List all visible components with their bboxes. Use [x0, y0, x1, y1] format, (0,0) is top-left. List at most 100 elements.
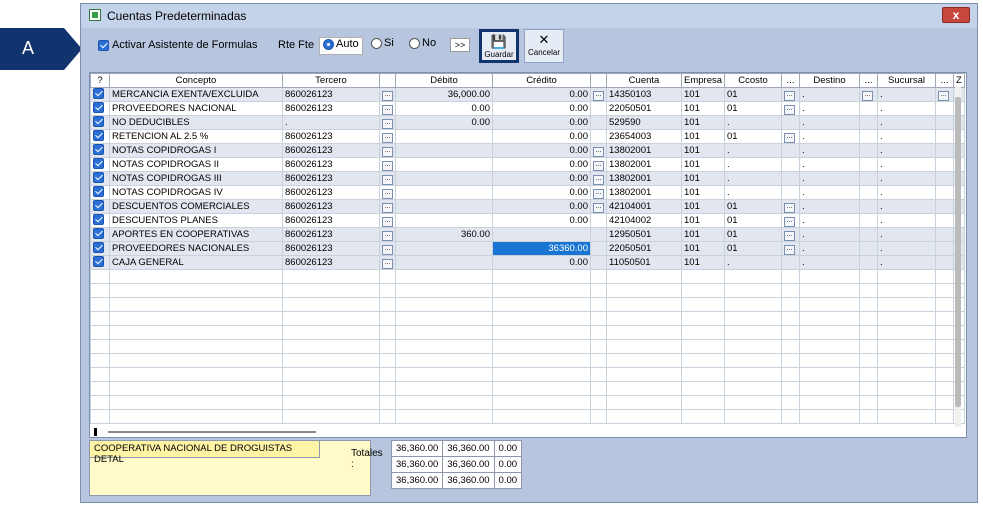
checkbox-checked-icon[interactable] [93, 186, 104, 198]
ellipsis-button-icon[interactable]: ... [784, 231, 796, 241]
ellipsis-button-icon[interactable]: ... [862, 91, 874, 101]
column-header[interactable]: Ccosto [724, 73, 783, 88]
row-checkbox-cell[interactable] [90, 185, 110, 200]
ellipsis-button-icon[interactable]: ... [784, 203, 796, 213]
cuenta-cell[interactable]: 11050501 [606, 255, 682, 270]
empty-cell[interactable] [109, 325, 283, 340]
empresa-cell[interactable]: 101 [680, 129, 726, 144]
empty-cell[interactable] [492, 409, 591, 424]
cuenta-lookup-cell[interactable] [590, 227, 607, 242]
empty-cell[interactable] [90, 409, 110, 424]
ellipsis-button-icon[interactable]: ... [593, 91, 604, 101]
sucursal-cell[interactable]: . [877, 101, 937, 116]
debito-cell[interactable] [395, 185, 493, 200]
empty-cell[interactable] [492, 325, 591, 340]
empty-cell[interactable] [935, 297, 955, 312]
row-checkbox-cell[interactable] [90, 255, 110, 270]
ccosto-lookup-button[interactable]: ... [781, 241, 801, 256]
credito-cell[interactable]: 0.00 [492, 199, 591, 214]
tercero-cell[interactable]: 860026123 [282, 255, 380, 270]
tercero-lookup-button[interactable]: ... [379, 87, 396, 102]
empty-cell[interactable] [680, 325, 726, 340]
row-checkbox-cell[interactable] [90, 143, 110, 158]
tercero-cell[interactable]: 860026123 [282, 143, 380, 158]
ccosto-cell[interactable]: 01 [724, 199, 783, 214]
ellipsis-button-icon[interactable]: ... [593, 203, 604, 213]
ellipsis-button-icon[interactable]: ... [938, 91, 950, 101]
checkbox-checked-icon[interactable] [93, 144, 104, 156]
cuenta-cell[interactable]: 23654003 [606, 129, 682, 144]
sucursal-lookup-cell[interactable] [935, 199, 955, 214]
empty-cell[interactable] [590, 339, 607, 354]
ccosto-lookup-button[interactable]: ... [781, 129, 801, 144]
empresa-cell[interactable]: 101 [680, 171, 726, 186]
sucursal-lookup-cell[interactable] [935, 157, 955, 172]
ellipsis-button-icon[interactable]: ... [593, 147, 604, 157]
table-row[interactable]: NOTAS COPIDROGAS I 860026123... 0.00... 138… [90, 143, 965, 158]
credito-cell[interactable]: 0.00 [492, 213, 591, 228]
ellipsis-button-icon[interactable]: ... [382, 231, 393, 241]
empty-cell[interactable] [395, 283, 493, 298]
tercero-lookup-button[interactable]: ... [379, 129, 396, 144]
empty-cell[interactable] [859, 297, 879, 312]
empty-cell[interactable] [935, 367, 955, 382]
cuenta-lookup-cell[interactable] [590, 255, 607, 270]
empty-cell[interactable] [379, 381, 396, 396]
cuenta-cell[interactable]: 12950501 [606, 227, 682, 242]
empty-cell[interactable] [877, 353, 937, 368]
ccosto-cell[interactable]: 01 [724, 101, 783, 116]
destino-cell[interactable]: . [799, 115, 861, 130]
empty-cell[interactable] [395, 381, 493, 396]
empty-cell[interactable] [590, 353, 607, 368]
column-header[interactable]: Destino [799, 73, 861, 88]
radio-no[interactable]: No [409, 37, 436, 53]
credito-cell[interactable]: 36360.00 [492, 241, 591, 256]
tercero-cell[interactable]: 860026123 [282, 241, 380, 256]
empty-cell[interactable] [724, 283, 783, 298]
empty-cell[interactable] [859, 283, 879, 298]
ccosto-cell[interactable]: . [724, 185, 783, 200]
sucursal-cell[interactable]: . [877, 241, 937, 256]
destino-cell[interactable]: . [799, 199, 861, 214]
empty-cell[interactable] [379, 339, 396, 354]
cuenta-lookup-cell[interactable] [590, 213, 607, 228]
empty-cell[interactable] [492, 311, 591, 326]
empty-cell[interactable] [877, 269, 937, 284]
empty-cell[interactable] [935, 269, 955, 284]
tercero-lookup-button[interactable]: ... [379, 143, 396, 158]
destino-cell[interactable]: . [799, 129, 861, 144]
empty-cell[interactable] [90, 367, 110, 382]
empty-cell[interactable] [799, 339, 861, 354]
empty-cell[interactable] [606, 367, 682, 382]
table-row[interactable]: PROVEEDORES NACIONAL 860026123... 0.00 0.00… [90, 101, 965, 116]
debito-cell[interactable] [395, 157, 493, 172]
empty-cell[interactable] [282, 269, 380, 284]
cuenta-cell[interactable]: 42104001 [606, 199, 682, 214]
cuenta-cell[interactable]: 22050501 [606, 101, 682, 116]
empty-cell[interactable] [877, 409, 937, 424]
more-button[interactable]: >> [450, 38, 470, 52]
debito-cell[interactable] [395, 213, 493, 228]
tercero-lookup-button[interactable]: ... [379, 241, 396, 256]
ellipsis-button-icon[interactable]: ... [593, 189, 604, 199]
cuenta-lookup-cell[interactable] [590, 241, 607, 256]
tercero-cell[interactable]: . [282, 115, 380, 130]
vertical-scrollbar[interactable] [955, 87, 961, 427]
ellipsis-button-icon[interactable]: ... [382, 189, 393, 199]
empty-cell[interactable] [724, 297, 783, 312]
table-row[interactable]: CAJA GENERAL 860026123... 0.00 11050501 101.… [90, 255, 965, 270]
checkbox-checked-icon[interactable] [93, 242, 104, 254]
empty-cell[interactable] [606, 353, 682, 368]
empty-cell[interactable] [859, 395, 879, 410]
ccosto-cell[interactable]: . [724, 171, 783, 186]
destino-lookup-cell[interactable] [859, 171, 879, 186]
empresa-cell[interactable]: 101 [680, 157, 726, 172]
empty-cell[interactable] [859, 325, 879, 340]
ellipsis-button-icon[interactable]: ... [382, 203, 393, 213]
empty-cell[interactable] [799, 325, 861, 340]
tercero-cell[interactable]: 860026123 [282, 213, 380, 228]
table-row[interactable]: RETENCION AL 2.5 % 860026123... 0.00 236540… [90, 129, 965, 144]
debito-cell[interactable] [395, 143, 493, 158]
empty-cell[interactable] [935, 283, 955, 298]
empty-cell[interactable] [395, 353, 493, 368]
